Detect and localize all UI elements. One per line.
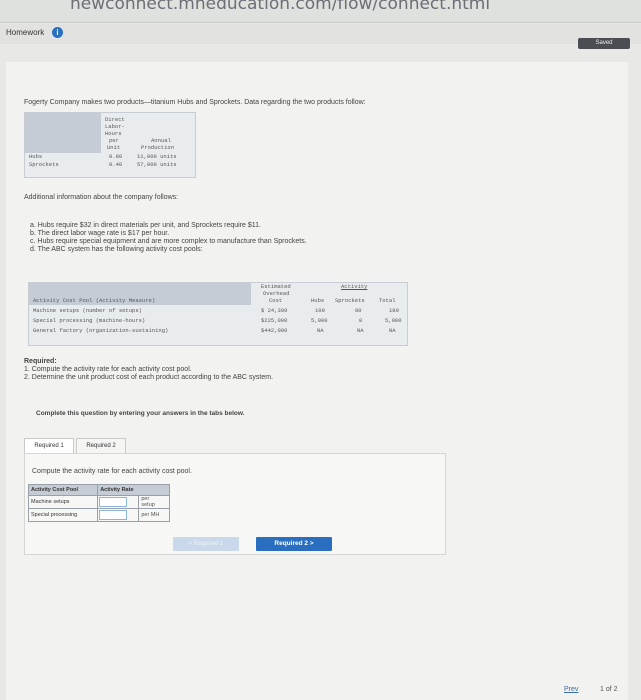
homework-header: Homework i [0, 24, 641, 44]
activity-hubs: 5,000 [311, 317, 328, 324]
ap-header-2: Production [141, 144, 175, 151]
rate-unit: per setup [138, 495, 170, 509]
product-table-header-shade [25, 113, 101, 153]
activity-rate-table: Activity Cost Pool Activity Rate Machine… [27, 484, 170, 522]
dlh-header-1: Direct [105, 116, 125, 123]
est-header-3: Cost [269, 297, 283, 304]
panel-question: Compute the activity rate for each activ… [32, 468, 192, 475]
dlh-header-2: Labor- [105, 123, 125, 130]
info-item-c: c. Hubs require special equipment and ar… [30, 238, 307, 245]
info-item-a: a. Hubs require $32 in direct materials … [30, 222, 261, 229]
rate-row-label: Special processing [27, 508, 99, 522]
activity-header: Activity [341, 283, 368, 290]
dlh-header-5: Unit [107, 144, 121, 151]
next-required-button[interactable]: Required 2 > [256, 537, 332, 551]
special-processing-rate-input[interactable] [99, 510, 128, 520]
activity-sprockets: 80 [355, 307, 362, 314]
activity-pool-name: Machine setups (number of setups) [33, 307, 142, 314]
product-dlh: 0.40 [109, 161, 123, 168]
activity-cost: $442,000 [261, 327, 288, 334]
info-item-d: d. The ABC system has the following acti… [30, 246, 203, 253]
activity-cost: $ 24,300 [261, 307, 288, 314]
total-header: Total [379, 297, 396, 304]
url-text: newconnect.mheducation.com/flow/connect.… [70, 0, 491, 14]
pool-header: Activity Cost Pool (Activity Measure) [33, 297, 156, 304]
dlh-header-4: per [109, 137, 119, 144]
activity-sprockets: NA [357, 327, 364, 334]
required-1-text: 1. Compute the activity rate for each ac… [24, 366, 192, 373]
machine-setups-rate-input[interactable] [99, 497, 128, 507]
rate-input-cell [97, 495, 140, 509]
product-dlh: 0.80 [109, 153, 123, 160]
rate-row-label: Machine setups [27, 495, 99, 509]
activity-hubs: NA [317, 327, 324, 334]
activity-cost-table: Estimated Overhead Cost Activity Activit… [28, 282, 408, 346]
product-name: Hubs [29, 153, 43, 160]
activity-pool-name: General factory (organization-sustaining… [33, 327, 169, 334]
activity-cost: $225,000 [261, 317, 288, 324]
col-activity-cost-pool: Activity Cost Pool [27, 484, 99, 496]
activity-total: NA [389, 327, 396, 334]
info-icon[interactable]: i [52, 27, 63, 38]
activity-hubs: 100 [315, 307, 325, 314]
product-production: 11,000 units [137, 153, 177, 160]
browser-address-bar[interactable]: newconnect.mheducation.com/flow/connect.… [0, 0, 641, 23]
rate-unit: per MH [138, 508, 170, 522]
page-count: 1 of 2 [600, 686, 618, 693]
instruction-text: Complete this question by entering your … [36, 410, 245, 417]
ap-header-1: Annual [151, 137, 171, 144]
required-2-text: 2. Determine the unit product cost of ea… [24, 374, 274, 381]
additional-info-text: Additional information about the company… [24, 194, 179, 201]
hubs-header: Hubs [311, 297, 325, 304]
product-table: Direct Labor- Hours per Unit Annual Prod… [24, 112, 196, 178]
rate-unit-line-2: setup [141, 502, 155, 508]
homework-label: Homework [6, 28, 45, 37]
intro-text: Fogerty Company makes two products—titan… [24, 99, 366, 106]
rate-input-cell [97, 508, 140, 522]
dlh-header-3: Hours [105, 130, 122, 137]
activity-pool-name: Special processing (machine-hours) [33, 317, 146, 324]
required-title: Required: [24, 358, 57, 365]
saved-button[interactable]: Saved [578, 38, 630, 49]
product-production: 57,000 units [137, 161, 177, 168]
activity-total: 5,000 [385, 317, 402, 324]
info-item-b: b. The direct labor wage rate is $17 per… [30, 230, 170, 237]
est-header-1: Estimated [261, 283, 291, 290]
prev-page-link[interactable]: Prev [564, 686, 578, 693]
activity-sprockets: 0 [359, 317, 363, 324]
product-name: Sprockets [29, 161, 59, 168]
activity-total: 180 [389, 307, 399, 314]
previous-required-button[interactable]: < Required 1 [173, 537, 239, 551]
col-activity-rate: Activity Rate [97, 484, 170, 496]
sprockets-header: Sprockets [335, 297, 365, 304]
est-header-2: Overhead [263, 290, 290, 297]
